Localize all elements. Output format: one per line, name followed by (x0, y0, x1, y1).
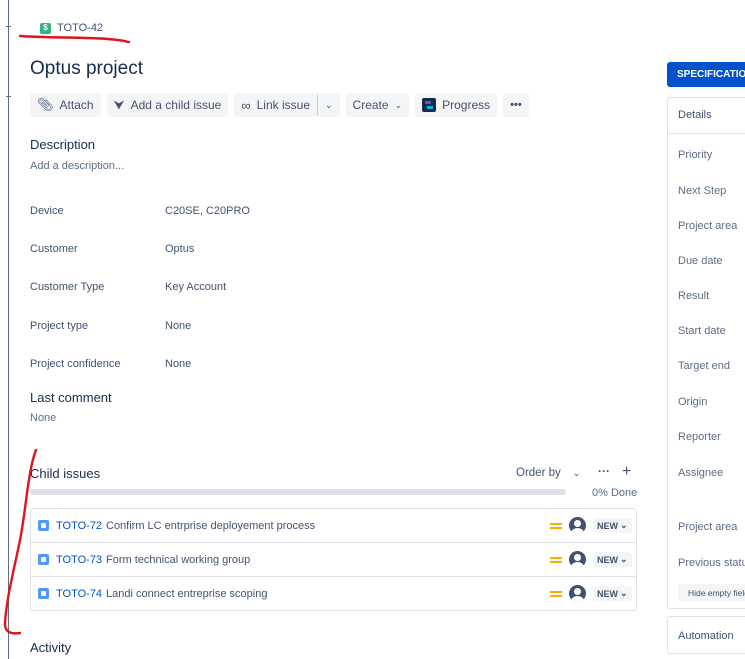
priority-medium-icon (550, 521, 562, 531)
child-issues-list: TOTO-72 Confirm LC entrprise deployement… (30, 508, 637, 611)
order-by-dropdown[interactable]: Order by ⌄ (516, 467, 580, 479)
progress-label: Progress (442, 98, 491, 112)
detail-field-label: Origin (678, 396, 708, 408)
child-issues-heading: Child issues (30, 466, 101, 481)
chevron-down-icon: ⌄ (620, 520, 628, 530)
specification-button[interactable]: SPECIFICATION (667, 62, 745, 87)
field-label: Project type (30, 320, 89, 332)
page-title[interactable]: Optus project (30, 58, 143, 80)
link-issue-dropdown[interactable]: ⌄ (318, 93, 340, 117)
chevron-down-icon: ⌄ (325, 99, 333, 110)
last-comment-heading: Last comment (30, 390, 112, 405)
left-border-tick (6, 26, 11, 27)
last-comment-value: None (30, 412, 57, 424)
child-issue-summary[interactable]: Form technical working group (106, 554, 250, 566)
child-issue-row[interactable]: TOTO-72 Confirm LC entrprise deployement… (31, 509, 636, 543)
detail-field-label: Due date (678, 255, 723, 267)
link-icon: ∞ (241, 97, 251, 113)
details-heading[interactable]: Details (668, 98, 745, 134)
field-value[interactable]: Key Account (165, 281, 226, 293)
status-dropdown[interactable]: NEW ⌄ (593, 586, 632, 601)
more-icon: ••• (510, 99, 522, 111)
child-issue-row[interactable]: TOTO-73 Form technical working group NEW… (31, 543, 636, 577)
annotation-underline (18, 34, 131, 44)
progress-app-icon (422, 98, 437, 112)
detail-field-label: Assignee (678, 467, 724, 479)
create-button[interactable]: Create ⌄ (345, 93, 410, 117)
create-label: Create (352, 98, 389, 112)
order-by-label: Order by (516, 467, 561, 479)
detail-field-label: Result (678, 290, 710, 302)
child-issues-more-button[interactable]: ··· (598, 464, 610, 478)
child-issue-key[interactable]: TOTO-74 (56, 588, 102, 600)
child-issue-summary[interactable]: Landi connect entreprise scoping (106, 588, 267, 600)
detail-field-label: Priority (678, 149, 713, 161)
link-issue-split-button: ∞ Link issue ⌄ (234, 93, 340, 117)
detail-field-label: Reporter (678, 431, 721, 443)
detail-field-label: Target end (678, 360, 730, 372)
more-actions-button[interactable]: ••• (503, 93, 529, 117)
status-dropdown[interactable]: NEW ⌄ (593, 552, 632, 567)
add-child-label: Add a child issue (130, 98, 222, 112)
details-panel: Details Priority Next Step Project area … (667, 97, 745, 609)
child-progress-bar (30, 489, 566, 495)
field-value[interactable]: Optus (165, 243, 194, 255)
hierarchy-icon: ⮟ (113, 97, 125, 112)
child-issue-key[interactable]: TOTO-72 (56, 520, 102, 532)
detail-field-label: Start date (678, 325, 726, 337)
link-issue-button[interactable]: ∞ Link issue (234, 93, 317, 117)
hide-empty-fields-button[interactable]: Hide empty fields (678, 584, 745, 601)
unassigned-avatar-icon[interactable] (569, 585, 586, 602)
paperclip-icon: 📎︎ (37, 97, 54, 112)
story-icon: $ (40, 22, 51, 34)
attach-label: Attach (59, 98, 94, 112)
unassigned-avatar-icon[interactable] (569, 517, 586, 534)
add-child-plus-icon[interactable]: + (622, 463, 631, 481)
field-value[interactable]: None (165, 320, 191, 332)
status-label: NEW (597, 588, 618, 599)
description-placeholder[interactable]: Add a description... (30, 160, 124, 172)
chevron-down-icon: ⌄ (572, 467, 581, 478)
left-border-tick (6, 96, 11, 97)
field-label: Customer Type (30, 281, 105, 293)
breadcrumb-issue-key[interactable]: TOTO-42 (57, 22, 103, 34)
unassigned-avatar-icon[interactable] (569, 551, 586, 568)
child-issue-summary[interactable]: Confirm LC entrprise deployement process (106, 520, 315, 532)
chevron-down-icon: ⌄ (620, 588, 628, 598)
description-heading: Description (30, 137, 96, 152)
detail-field-label: Previous status (678, 557, 745, 569)
status-label: NEW (597, 554, 618, 565)
progress-button[interactable]: Progress (415, 93, 498, 117)
done-percent-label: 0% Done (592, 487, 638, 499)
child-issue-row[interactable]: TOTO-74 Landi connect entreprise scoping… (31, 577, 636, 610)
detail-field-label: Project area (678, 220, 738, 232)
detail-field-label: Next Step (678, 185, 727, 197)
status-dropdown[interactable]: NEW ⌄ (593, 518, 632, 533)
field-label: Customer (30, 243, 78, 255)
activity-heading: Activity (30, 640, 72, 655)
link-issue-label: Link issue (256, 98, 310, 112)
attach-button[interactable]: 📎︎ Attach (30, 93, 101, 117)
issue-toolbar: 📎︎ Attach ⮟ Add a child issue ∞ Link iss… (30, 93, 529, 117)
field-value[interactable]: C20SE, C20PRO (165, 205, 250, 217)
child-issue-key[interactable]: TOTO-73 (56, 554, 102, 566)
breadcrumb: $ TOTO-42 (40, 22, 103, 34)
left-border (8, 0, 9, 659)
detail-field-label: Project area (678, 521, 738, 533)
subtask-icon (38, 588, 49, 599)
chevron-down-icon: ⌄ (620, 554, 628, 564)
field-label: Device (30, 205, 64, 217)
field-value[interactable]: None (165, 358, 191, 370)
status-label: NEW (597, 520, 618, 531)
priority-medium-icon (550, 589, 562, 599)
priority-medium-icon (550, 555, 562, 565)
add-child-issue-button[interactable]: ⮟ Add a child issue (106, 93, 229, 117)
subtask-icon (38, 554, 49, 565)
automation-section[interactable]: Automation (667, 616, 745, 654)
field-label: Project confidence (30, 358, 121, 370)
chevron-down-icon: ⌄ (394, 99, 403, 110)
subtask-icon (38, 520, 49, 531)
